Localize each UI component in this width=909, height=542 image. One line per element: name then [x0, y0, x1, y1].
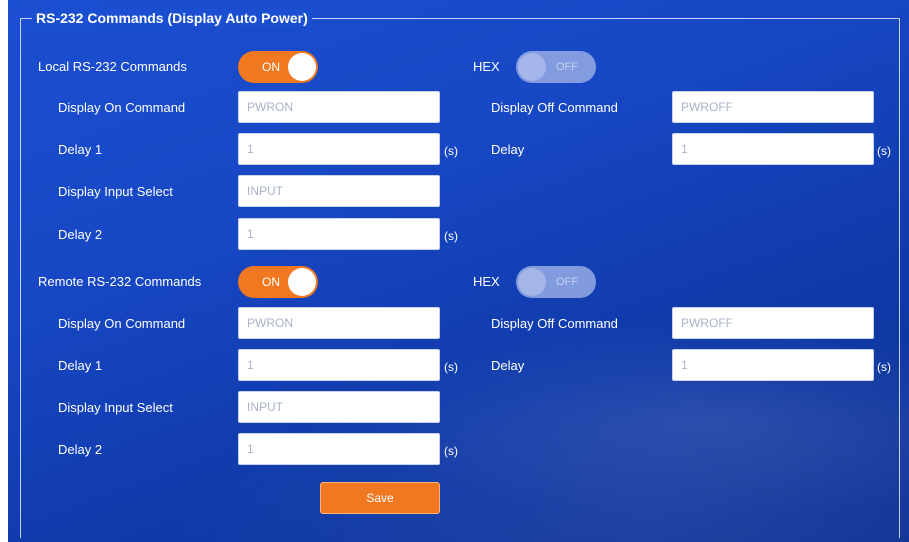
toggle-knob: [518, 53, 546, 81]
local-rs232-toggle[interactable]: ON: [238, 51, 318, 83]
seconds-unit: (s): [444, 360, 458, 374]
local-delay1-label: Delay 1: [58, 142, 103, 157]
remote-display-on-label: Display On Command: [58, 316, 186, 331]
local-delay2-input[interactable]: 1: [238, 218, 440, 250]
seconds-unit: (s): [877, 144, 891, 158]
local-input-select-input[interactable]: INPUT: [238, 175, 440, 207]
local-delay-input[interactable]: 1: [672, 133, 874, 165]
toggle-knob: [518, 268, 546, 296]
remote-delay2-input[interactable]: 1: [238, 433, 440, 465]
local-delay-label: Delay: [491, 142, 525, 157]
remote-delay1-input[interactable]: 1: [238, 349, 440, 381]
remote-display-off-label: Display Off Command: [491, 316, 618, 331]
seconds-unit: (s): [444, 144, 458, 158]
remote-input-select-label: Display Input Select: [58, 400, 173, 415]
remote-delay1-label: Delay 1: [58, 358, 103, 373]
seconds-unit: (s): [444, 229, 458, 243]
seconds-unit: (s): [877, 360, 891, 374]
remote-rs232-toggle[interactable]: ON: [238, 266, 318, 298]
rs232-panel: RS-232 Commands (Display Auto Power) Loc…: [8, 0, 909, 542]
toggle-knob: [288, 268, 316, 296]
local-delay1-input[interactable]: 1: [238, 133, 440, 165]
seconds-unit: (s): [444, 444, 458, 458]
remote-input-select-input[interactable]: INPUT: [238, 391, 440, 423]
local-hex-toggle-text: OFF: [556, 61, 578, 73]
remote-hex-toggle-text: OFF: [556, 276, 578, 288]
local-hex-toggle[interactable]: OFF: [516, 51, 596, 83]
remote-display-off-input[interactable]: PWROFF: [672, 307, 874, 339]
remote-hex-toggle[interactable]: OFF: [516, 266, 596, 298]
local-rs232-toggle-text: ON: [262, 60, 280, 74]
local-rs232-label: Local RS-232 Commands: [38, 59, 187, 74]
remote-delay-input[interactable]: 1: [672, 349, 874, 381]
local-display-on-input[interactable]: PWRON: [238, 91, 440, 123]
remote-hex-label: HEX: [473, 274, 500, 289]
local-display-off-input[interactable]: PWROFF: [672, 91, 874, 123]
local-delay2-label: Delay 2: [58, 227, 103, 242]
local-display-on-label: Display On Command: [58, 100, 186, 115]
local-hex-label: HEX: [473, 59, 500, 74]
remote-rs232-toggle-text: ON: [262, 275, 280, 289]
remote-display-on-input[interactable]: PWRON: [238, 307, 440, 339]
save-button[interactable]: Save: [320, 482, 440, 514]
section-title: RS-232 Commands (Display Auto Power): [32, 9, 312, 27]
toggle-knob: [288, 53, 316, 81]
local-input-select-label: Display Input Select: [58, 184, 173, 199]
local-display-off-label: Display Off Command: [491, 100, 618, 115]
remote-rs232-label: Remote RS-232 Commands: [38, 274, 202, 289]
remote-delay2-label: Delay 2: [58, 442, 103, 457]
remote-delay-label: Delay: [491, 358, 525, 373]
